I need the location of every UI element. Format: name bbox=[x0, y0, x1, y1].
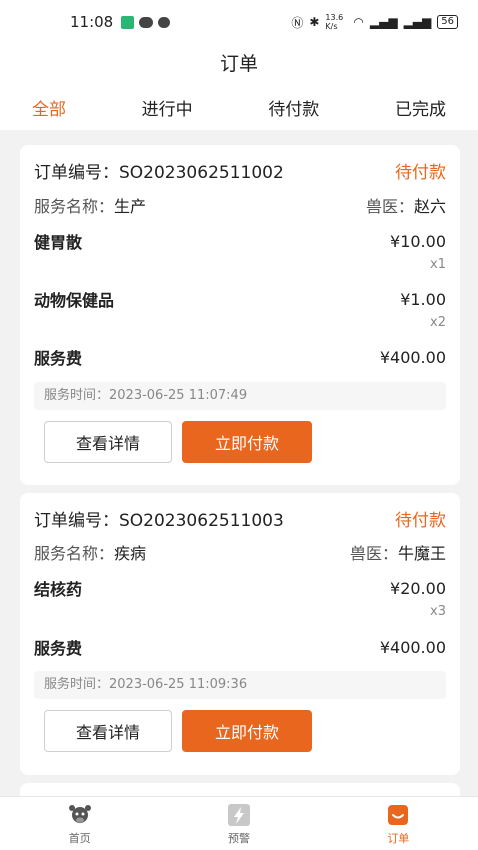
status-time: 11:08 bbox=[70, 13, 114, 31]
list-item: 结核药 ¥20.00 bbox=[34, 576, 446, 600]
battery-icon: 56 bbox=[437, 15, 458, 29]
service-name: 疾病 bbox=[114, 544, 147, 563]
network-speed: 13.6 K/s bbox=[325, 13, 344, 31]
cow-icon bbox=[68, 804, 91, 823]
order-number-label: 订单编号： bbox=[34, 510, 119, 531]
service-time: 服务时间：2023-06-25 11:09:36 bbox=[34, 671, 446, 699]
service-time-label: 服务时间： bbox=[44, 388, 110, 403]
page-title: 订单 bbox=[0, 44, 478, 84]
tab-completed[interactable]: 已完成 bbox=[395, 95, 446, 120]
order-card: 订单编号：SO2023062511002 待付款 服务名称：生产 兽医：赵六 健… bbox=[20, 145, 460, 485]
nfc-icon: Ⓝ bbox=[291, 15, 304, 30]
nav-orders-label: 订单 bbox=[387, 831, 410, 845]
order-status: 待付款 bbox=[395, 162, 446, 183]
order-number: SO2023062511003 bbox=[119, 510, 284, 531]
item-name: 动物保健品 bbox=[34, 291, 115, 310]
wifi-icon: ◠ bbox=[353, 15, 364, 29]
tab-pending-payment[interactable]: 待付款 bbox=[268, 95, 319, 120]
service-fee-label: 服务费 bbox=[34, 349, 83, 368]
vet-label: 兽医： bbox=[349, 544, 398, 563]
pay-now-button[interactable]: 立即付款 bbox=[182, 421, 312, 463]
wechat-icon bbox=[139, 16, 154, 28]
service-fee-label: 服务费 bbox=[34, 639, 83, 658]
message-icon bbox=[158, 16, 171, 28]
order-number: SO2023062511002 bbox=[119, 162, 284, 183]
order-tabs: 全部 进行中 待付款 已完成 bbox=[0, 84, 478, 130]
service-name-label: 服务名称： bbox=[34, 544, 115, 563]
order-number-label: 订单编号： bbox=[34, 162, 119, 183]
notification-app-icon bbox=[121, 15, 135, 29]
item-quantity: x1 bbox=[430, 257, 446, 272]
pay-now-button[interactable]: 立即付款 bbox=[182, 710, 312, 752]
item-quantity: x3 bbox=[430, 604, 446, 619]
view-details-button[interactable]: 查看详情 bbox=[44, 421, 172, 463]
signal-icon-2: ▂▄▆ bbox=[403, 15, 432, 29]
service-time-value: 2023-06-25 11:09:36 bbox=[109, 677, 248, 692]
item-quantity: x2 bbox=[430, 315, 446, 330]
item-name: 健胃散 bbox=[34, 233, 83, 252]
view-details-button[interactable]: 查看详情 bbox=[44, 710, 172, 752]
item-name: 结核药 bbox=[34, 580, 83, 599]
list-item: 动物保健品 ¥1.00 bbox=[34, 287, 446, 311]
service-name: 生产 bbox=[114, 197, 147, 216]
tab-in-progress[interactable]: 进行中 bbox=[142, 95, 193, 120]
order-card-partial bbox=[20, 783, 460, 796]
lightning-icon bbox=[227, 803, 250, 826]
bluetooth-icon: ✱ bbox=[309, 15, 320, 29]
nav-alert[interactable]: 预警 bbox=[159, 797, 318, 850]
tab-all[interactable]: 全部 bbox=[32, 95, 66, 120]
service-time: 服务时间：2023-06-25 11:07:49 bbox=[34, 382, 446, 410]
nav-home-label: 首页 bbox=[68, 831, 91, 845]
service-time-value: 2023-06-25 11:07:49 bbox=[109, 388, 248, 403]
nav-orders[interactable]: 订单 bbox=[319, 797, 478, 850]
signal-icon: ▂▄▆ bbox=[369, 15, 398, 29]
item-price: ¥10.00 bbox=[390, 231, 446, 251]
nav-alert-label: 预警 bbox=[227, 831, 250, 845]
order-bag-icon bbox=[388, 804, 409, 825]
bottom-nav: 首页 预警 订单 bbox=[0, 796, 478, 850]
vet-label: 兽医： bbox=[365, 197, 414, 216]
nav-home[interactable]: 首页 bbox=[0, 797, 159, 850]
service-fee: ¥400.00 bbox=[379, 637, 446, 657]
status-bar: 11:08 Ⓝ ✱ 13.6 K/s ◠ ▂▄▆ ▂▄▆ 56 bbox=[0, 0, 478, 44]
vet-name: 赵六 bbox=[413, 197, 446, 216]
service-fee: ¥400.00 bbox=[379, 347, 446, 367]
item-price: ¥20.00 bbox=[390, 578, 446, 598]
item-price: ¥1.00 bbox=[400, 289, 446, 309]
vet-name: 牛魔王 bbox=[397, 544, 446, 563]
service-time-label: 服务时间： bbox=[44, 677, 110, 692]
service-name-label: 服务名称： bbox=[34, 197, 115, 216]
list-item: 健胃散 ¥10.00 bbox=[34, 229, 446, 253]
order-card: 订单编号：SO2023062511003 待付款 服务名称：疾病 兽医：牛魔王 … bbox=[20, 493, 460, 775]
order-status: 待付款 bbox=[395, 510, 446, 531]
